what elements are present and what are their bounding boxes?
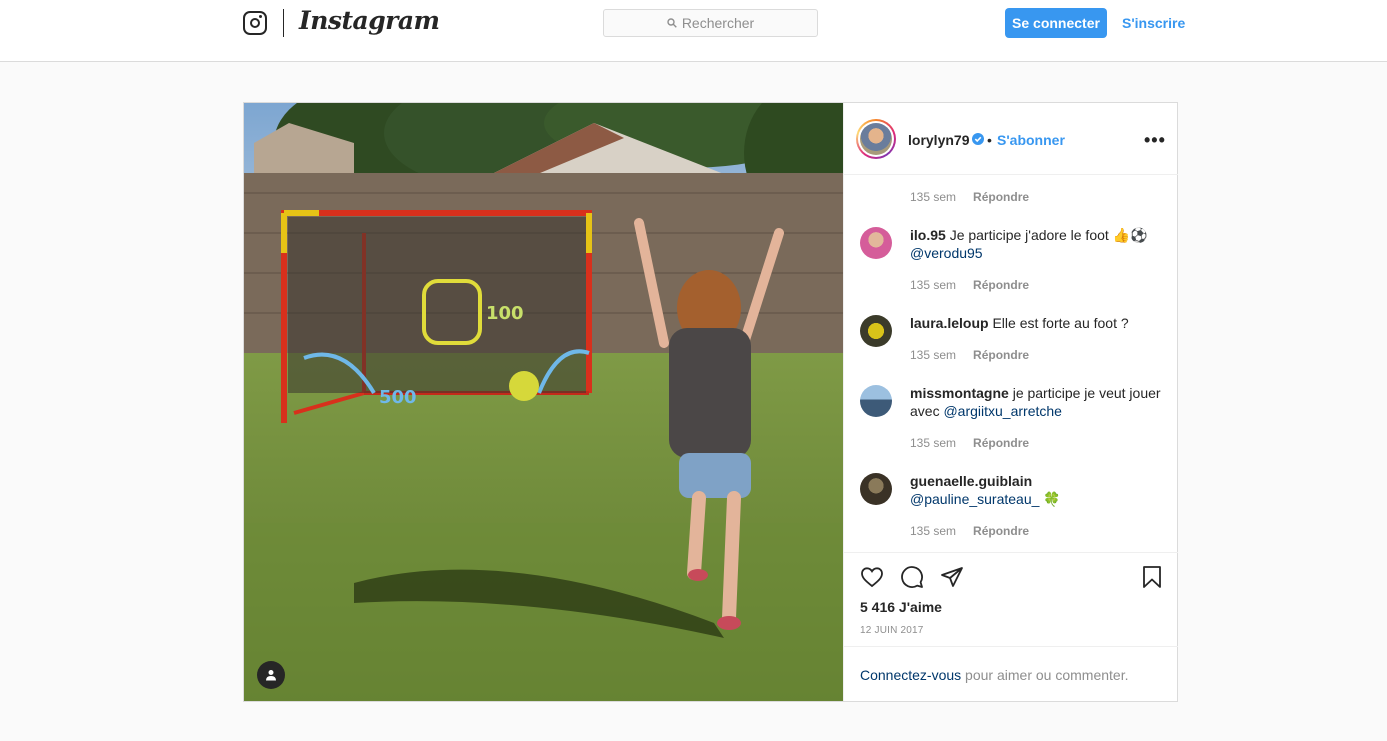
- signup-link[interactable]: S'inscrire: [1122, 15, 1185, 31]
- comment-username[interactable]: missmontagne: [910, 385, 1009, 401]
- share-icon[interactable]: [940, 565, 964, 589]
- comment-emoji: 🍀: [1043, 491, 1061, 507]
- comment-body: Elle est forte au foot ?: [992, 315, 1129, 331]
- logo-divider: [283, 9, 284, 37]
- user-tag-icon: [266, 670, 276, 681]
- login-prompt: Connectez-vous pour aimer ou commenter.: [844, 646, 1178, 701]
- comment-icon[interactable]: [900, 565, 924, 589]
- comment-text: missmontagne je participe je veut jouer …: [910, 384, 1165, 420]
- comments-list[interactable]: 135 sem Répondre ilo.95 Je participe j'ad…: [844, 176, 1178, 552]
- reply-button[interactable]: Répondre: [973, 524, 1029, 538]
- search-input[interactable]: Rechercher: [603, 9, 818, 37]
- login-prompt-text: pour aimer ou commenter.: [961, 667, 1129, 683]
- commenter-avatar[interactable]: [860, 227, 892, 259]
- post-actions: 5 416 J'aime 12 JUIN 2017: [844, 552, 1178, 646]
- instagram-wordmark[interactable]: Instagram: [299, 6, 440, 35]
- comment-meta: 135 sem Répondre: [910, 278, 1029, 292]
- comment-mention[interactable]: @verodu95: [910, 245, 983, 261]
- svg-text:500: 500: [379, 387, 417, 408]
- post-sidebar: lorylyn79 • S'abonner ••• 135 sem Répondr…: [843, 103, 1178, 701]
- commenter-avatar[interactable]: [860, 473, 892, 505]
- bookmark-icon[interactable]: [1140, 565, 1164, 589]
- comment-username[interactable]: ilo.95: [910, 227, 946, 243]
- comment-time: 135 sem: [910, 436, 957, 450]
- post-date[interactable]: 12 JUIN 2017: [860, 625, 924, 636]
- user-tag-button[interactable]: [257, 661, 285, 689]
- owner-avatar[interactable]: [856, 119, 896, 159]
- comment-time: 135 sem: [910, 524, 957, 538]
- comment-time: 135 sem: [910, 278, 957, 292]
- comment-meta: 135 sem Répondre: [910, 348, 1029, 362]
- comment-meta: 135 sem Répondre: [910, 436, 1029, 450]
- post-photo-image: 100 500: [244, 103, 843, 701]
- more-options-icon[interactable]: •••: [1144, 130, 1166, 151]
- commenter-avatar[interactable]: [860, 385, 892, 417]
- comment-username[interactable]: laura.leloup: [910, 315, 989, 331]
- login-prompt-link[interactable]: Connectez-vous: [860, 667, 961, 683]
- login-button[interactable]: Se connecter: [1005, 8, 1107, 38]
- comment-username[interactable]: guenaelle.guiblain: [910, 473, 1032, 489]
- header-separator: •: [987, 132, 992, 148]
- reply-button[interactable]: Répondre: [973, 436, 1029, 450]
- comment-time: 135 sem: [910, 348, 957, 362]
- post-photo[interactable]: 100 500: [244, 103, 843, 701]
- reply-button[interactable]: Répondre: [973, 190, 1029, 204]
- svg-text:100: 100: [486, 303, 524, 324]
- follow-button[interactable]: S'abonner: [997, 132, 1065, 148]
- post-card: 100 500 lorylyn79 • S'abonner ••• 135 se…: [243, 102, 1178, 702]
- verified-badge-icon: [972, 133, 984, 145]
- top-navigation-bar: Instagram Rechercher Se connecter S'insc…: [0, 0, 1387, 62]
- comment-meta: 135 sem Répondre: [910, 190, 1029, 204]
- reply-button[interactable]: Répondre: [973, 348, 1029, 362]
- heart-icon[interactable]: [860, 565, 884, 589]
- search-placeholder: Rechercher: [681, 15, 755, 31]
- reply-button[interactable]: Répondre: [973, 278, 1029, 292]
- comment-mention[interactable]: @pauline_surateau_: [910, 491, 1039, 507]
- comment-mention[interactable]: @argiitxu_arretche: [943, 403, 1062, 419]
- owner-username[interactable]: lorylyn79: [908, 132, 969, 148]
- search-icon: [667, 18, 677, 28]
- comment-meta: 135 sem Répondre: [910, 524, 1029, 538]
- post-header: lorylyn79 • S'abonner •••: [844, 103, 1178, 175]
- comment-time: 135 sem: [910, 190, 957, 204]
- instagram-glyph-icon[interactable]: [243, 11, 267, 35]
- commenter-avatar[interactable]: [860, 315, 892, 347]
- comment-body: Je participe j'adore le foot 👍⚽: [949, 227, 1148, 243]
- likes-count[interactable]: 5 416 J'aime: [860, 599, 942, 615]
- comment-text: guenaelle.guiblain @pauline_surateau_ 🍀: [910, 472, 1165, 508]
- comment-text: ilo.95 Je participe j'adore le foot 👍⚽ @…: [910, 226, 1165, 262]
- comment-text: laura.leloup Elle est forte au foot ?: [910, 314, 1165, 332]
